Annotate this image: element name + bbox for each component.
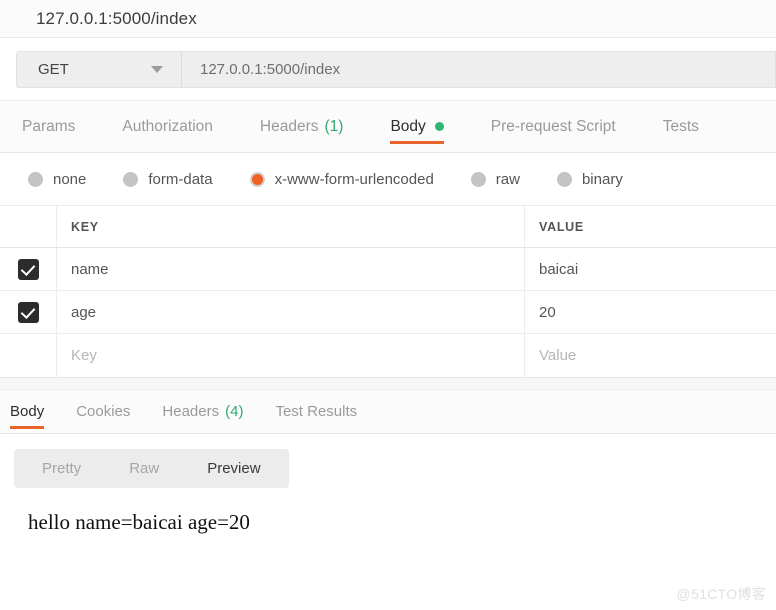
response-body-text: hello name=baicai age=20 [28, 510, 250, 534]
panel-divider [0, 378, 776, 390]
view-mode-pretty[interactable]: Pretty [18, 460, 105, 477]
tab-tests[interactable]: Tests [663, 101, 699, 152]
request-url-bar: GET 127.0.0.1:5000/index [0, 38, 776, 100]
radio-form-data[interactable]: form-data [123, 170, 213, 188]
radio-raw[interactable]: raw [470, 170, 520, 188]
view-mode-raw[interactable]: Raw [105, 460, 183, 477]
response-view-mode-group: Pretty Raw Preview [14, 448, 289, 488]
tab-headers-label: Headers [259, 117, 319, 135]
radio-binary[interactable]: binary [556, 170, 623, 188]
tab-authorization-label: Authorization [122, 117, 213, 135]
row-key-value: name [71, 260, 109, 278]
row-value-value: 20 [539, 303, 556, 321]
table-row-empty: Key Value [0, 334, 776, 377]
row-key-cell[interactable]: name [57, 248, 525, 290]
watermark: @51CTO博客 [676, 586, 766, 602]
response-body-area: hello name=baicai age=20 [0, 502, 776, 535]
chevron-down-icon [151, 66, 163, 73]
response-tab-test-results-label: Test Results [275, 403, 358, 420]
table-row: age 20 [0, 291, 776, 334]
row-key-cell-empty[interactable]: Key [57, 334, 525, 377]
response-tab-headers-count: (4) [225, 403, 244, 420]
row-value-cell[interactable]: baicai [525, 248, 776, 290]
tab-body[interactable]: Body [390, 101, 445, 152]
response-view-mode-wrap: Pretty Raw Preview [0, 434, 776, 502]
radio-form-data-label: form-data [148, 170, 213, 188]
radio-none-icon [28, 171, 43, 187]
radio-x-www-form-urlencoded-icon [249, 171, 265, 187]
params-table: KEY VALUE name baicai age 20 Key Value [0, 206, 776, 378]
row-value-cell[interactable]: 20 [525, 291, 776, 333]
radio-binary-icon [556, 171, 572, 187]
response-tab-headers-label: Headers [162, 403, 220, 420]
radio-none[interactable]: none [28, 171, 86, 188]
radio-form-data-icon [123, 171, 139, 187]
response-tab-body[interactable]: Body [10, 390, 45, 433]
table-row: name baicai [0, 248, 776, 291]
view-mode-preview[interactable]: Preview [183, 460, 284, 477]
tab-authorization[interactable]: Authorization [122, 101, 212, 152]
request-tab-bar: Params Authorization Headers (1) Body Pr… [0, 100, 776, 153]
table-header-check-cell [0, 206, 57, 247]
response-tab-bar: Body Cookies Headers (4) Test Results [0, 390, 776, 434]
radio-raw-label: raw [495, 170, 520, 188]
tab-body-label: Body [390, 117, 426, 135]
tab-headers-count: (1) [324, 117, 344, 135]
table-header-key-cell: KEY [57, 206, 525, 247]
radio-x-www-form-urlencoded[interactable]: x-www-form-urlencoded [249, 170, 434, 188]
body-type-radio-group: none form-data x-www-form-urlencoded raw… [0, 153, 776, 206]
row-checkbox-cell [0, 248, 57, 290]
row-value-cell-empty[interactable]: Value [525, 334, 776, 377]
row-key-placeholder: Key [71, 347, 97, 364]
url-input[interactable]: 127.0.0.1:5000/index [182, 51, 776, 88]
tab-params-label: Params [22, 117, 76, 135]
table-header-row: KEY VALUE [0, 206, 776, 248]
row-value-placeholder: Value [539, 347, 577, 364]
url-input-value: 127.0.0.1:5000/index [200, 61, 341, 78]
table-header-value-cell: VALUE [525, 206, 776, 247]
tab-pre-request-script-label: Pre-request Script [490, 117, 616, 135]
http-method-dropdown[interactable]: GET [16, 51, 182, 88]
row-checkbox-cell-empty [0, 334, 57, 377]
tab-headers[interactable]: Headers (1) [260, 101, 344, 152]
page-title: 127.0.0.1:5000/index [36, 8, 197, 28]
response-tab-body-label: Body [10, 403, 45, 420]
tab-pre-request-script[interactable]: Pre-request Script [491, 101, 616, 152]
row-key-value: age [71, 303, 97, 321]
row-checkbox-checked-icon[interactable] [17, 258, 39, 280]
response-tab-cookies-label: Cookies [76, 403, 131, 420]
response-tab-test-results[interactable]: Test Results [275, 390, 357, 433]
radio-x-www-form-urlencoded-label: x-www-form-urlencoded [274, 170, 434, 188]
row-checkbox-checked-icon[interactable] [17, 301, 39, 323]
row-checkbox-cell [0, 291, 57, 333]
tab-params[interactable]: Params [22, 101, 75, 152]
response-tab-cookies[interactable]: Cookies [76, 390, 130, 433]
response-tab-headers[interactable]: Headers (4) [162, 390, 243, 433]
column-header-value: VALUE [539, 219, 584, 234]
http-method-label: GET [38, 61, 69, 78]
row-key-cell[interactable]: age [57, 291, 525, 333]
row-value-value: baicai [539, 260, 579, 278]
body-active-dot-icon [434, 122, 444, 131]
column-header-key: KEY [71, 219, 99, 234]
radio-none-label: none [53, 170, 87, 188]
radio-binary-label: binary [581, 170, 623, 188]
tab-tests-label: Tests [662, 117, 699, 135]
radio-raw-icon [470, 171, 486, 187]
window-titlebar: 127.0.0.1:5000/index [0, 0, 776, 38]
